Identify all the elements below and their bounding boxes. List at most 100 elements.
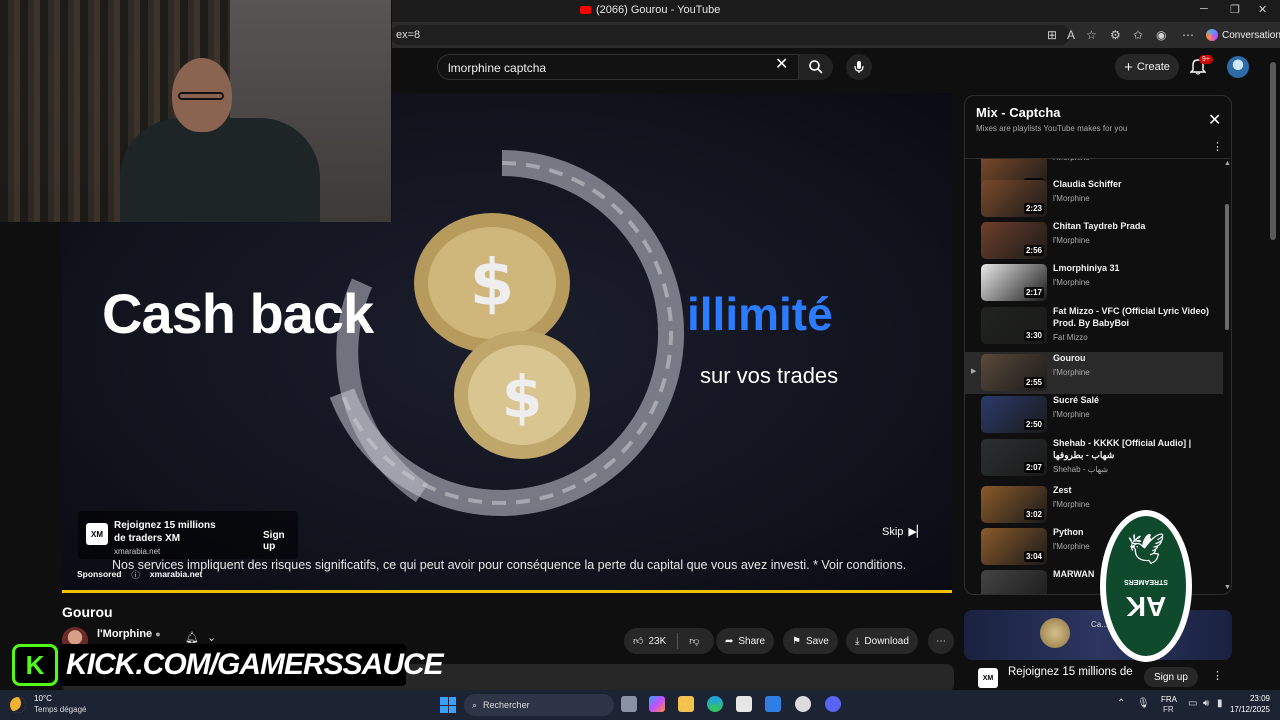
app-available-icon[interactable]: ⊞ [1047,28,1057,42]
weather-description[interactable]: Temps dégagé [34,705,86,714]
favorite-star-icon[interactable]: ☆ [1086,28,1097,42]
close-playlist-icon[interactable]: ✕ [1208,110,1221,130]
scroll-down-icon[interactable]: ▼ [1224,584,1231,591]
taskbar-search[interactable]: ⌕ Rechercher [464,694,614,716]
video-duration: 3:02 [1023,509,1044,520]
playlist-item[interactable]: ▶ 2:55 Gourou l'Morphine [965,352,1223,394]
youtube-favicon-icon [580,6,591,14]
playlist-item[interactable]: 2:17 Lmorphiniya 31 l'Morphine [965,262,1223,304]
search-button[interactable] [799,54,833,80]
minimize-icon[interactable]: ─ [1200,3,1208,15]
more-actions-button[interactable]: ⋯ [928,628,954,654]
like-icon[interactable]: 👍︎ [633,635,643,647]
search-input[interactable]: lmorphine captcha [437,54,799,80]
playlist-thumbnail[interactable]: 2:17 [981,264,1047,301]
chatgpt-icon[interactable] [795,696,811,712]
playlist-title[interactable]: Mix - Captcha [976,105,1061,120]
skip-ad-button[interactable]: Skip ▶▏ [882,525,925,539]
windows-start-icon[interactable] [440,697,456,713]
voice-search-button[interactable] [846,54,872,80]
create-button[interactable]: + Create [1115,54,1179,80]
playlist-item-title[interactable]: Fat Mizzo - VFC (Official Lyric Video) P… [1053,305,1213,329]
playlist-thumbnail[interactable] [981,570,1047,594]
address-bar[interactable]: ex=8 [390,25,1070,45]
playlist-thumbnail[interactable]: 3:30 [981,307,1047,344]
playlist-thumbnail[interactable]: 2:55 [981,354,1047,391]
playlist-item[interactable]: 2:50 Sucré Salé l'Morphine [965,394,1223,436]
playlist-item[interactable]: 3:30 Fat Mizzo - VFC (Official Lyric Vide… [965,305,1223,347]
discord-icon[interactable] [825,696,841,712]
ad-signup-button[interactable]: Sign up [263,530,298,552]
channel-name[interactable]: l'Morphine ● [97,628,161,640]
microphone-tray-icon[interactable]: 🎙︎ [1137,698,1150,709]
translate-icon[interactable]: A [1067,28,1075,42]
playlist-item[interactable]: 2:23 Claudia Schiffer l'Morphine [965,178,1223,220]
extensions-icon[interactable]: ⚙ [1110,28,1121,42]
show-hidden-icons-icon[interactable]: ⌃ [1117,698,1125,709]
copilot-app-icon[interactable] [649,696,665,712]
side-ad-more-icon[interactable]: ⋮ [1212,669,1223,682]
account-avatar[interactable] [1227,56,1249,78]
playlist-thumbnail[interactable]: 2:56 [981,222,1047,259]
save-button[interactable]: ⚑ Save [783,628,838,654]
profile-icon[interactable]: ◉ [1156,28,1166,42]
dislike-icon[interactable]: 👎︎ [689,635,699,647]
playlist-thumbnail[interactable]: 2:07 [981,439,1047,476]
playlist-item-title[interactable]: Shehab - KKKK [Official Audio] | شهاب - … [1053,437,1213,461]
playlist-thumbnail[interactable]: 3:04 [981,528,1047,565]
playlist-item-channel: Fat Mizzo [1053,333,1088,342]
playlist-thumbnail[interactable]: 3:02 [981,486,1047,523]
clock-time[interactable]: 23:09 [1236,694,1270,703]
close-window-icon[interactable]: ✕ [1258,3,1267,16]
page-scrollbar[interactable] [1270,62,1276,240]
info-icon[interactable]: ⓘ [131,569,140,581]
sponsored-domain[interactable]: xmarabia.net [150,569,202,581]
weather-moon-icon[interactable] [10,697,26,713]
file-explorer-icon[interactable] [678,696,694,712]
playlist-item-title[interactable]: Zest [1053,484,1213,496]
playlist-item-title[interactable]: Lmorphiniya 31 [1053,262,1213,274]
network-icon[interactable]: ▭ [1188,698,1197,709]
ad-card-domain: xmarabia.net [114,547,161,556]
input-language[interactable]: FRA [1161,695,1177,704]
mail-icon[interactable] [765,696,781,712]
playlist-more-icon[interactable]: ⋮ [1212,140,1223,153]
playlist-thumbnail[interactable]: 2:50 [981,396,1047,433]
task-view-icon[interactable] [621,696,637,712]
side-ad-signup-button[interactable]: Sign up [1144,667,1198,687]
favorites-icon[interactable]: ✩ [1133,28,1143,42]
playlist-item-title[interactable]: Sucré Salé [1053,394,1213,406]
playlist-scrollbar[interactable] [1225,204,1229,330]
playlist-subtitle: Mixes are playlists YouTube makes for yo… [976,124,1128,133]
edge-browser-icon[interactable] [707,696,723,712]
download-button[interactable]: ⤓ Download [846,628,918,654]
conversation-button[interactable]: Conversation [1200,25,1280,45]
playlist-item[interactable]: 2:07 Shehab - KKKK [Official Audio] | شها… [965,437,1223,479]
playlist-item-title[interactable]: Chitan Taydreb Prada [1053,220,1213,232]
playlist-item-title[interactable]: Claudia Schiffer [1053,178,1213,190]
playlist-item-channel: l'Morphine [1053,500,1090,509]
weather-temperature[interactable]: 10°C [34,694,52,703]
more-menu-icon[interactable]: ⋯ [1182,28,1194,42]
clock-date[interactable]: 17/12/2025 [1226,705,1270,714]
playlist-thumbnail[interactable]: 2:23 [981,180,1047,217]
playlist-item-title[interactable]: Gourou [1053,352,1213,364]
restore-icon[interactable]: ❐ [1230,3,1240,16]
store-icon[interactable] [736,696,752,712]
scroll-up-icon[interactable]: ▲ [1224,160,1231,167]
ak-streamers-logo: 🕊︎ AK STREAMERS [1100,510,1192,662]
share-icon: ➦ [725,635,734,647]
keyboard-layout[interactable]: FR [1163,705,1174,714]
tab-title[interactable]: (2066) Gourou - YouTube [580,4,720,16]
taskbar-search-icon: ⌕ [472,699,478,710]
share-button[interactable]: ➦ Share [716,628,775,654]
playlist-item[interactable]: 3:02 Zest l'Morphine [965,484,1223,526]
battery-icon[interactable]: ▮ [1217,698,1223,709]
playlist-item[interactable]: 2:56 Chitan Taydreb Prada l'Morphine [965,220,1223,262]
like-count[interactable]: 23K [648,636,666,647]
ad-info-card[interactable]: XM Rejoignez 15 millions de traders XM x… [78,511,298,559]
clear-search-icon[interactable]: ✕ [775,57,788,73]
side-ad-headline[interactable]: Rejoignez 15 millions de [1008,666,1133,678]
create-label: Create [1136,61,1170,73]
volume-icon[interactable]: 🔊︎ [1203,698,1209,709]
